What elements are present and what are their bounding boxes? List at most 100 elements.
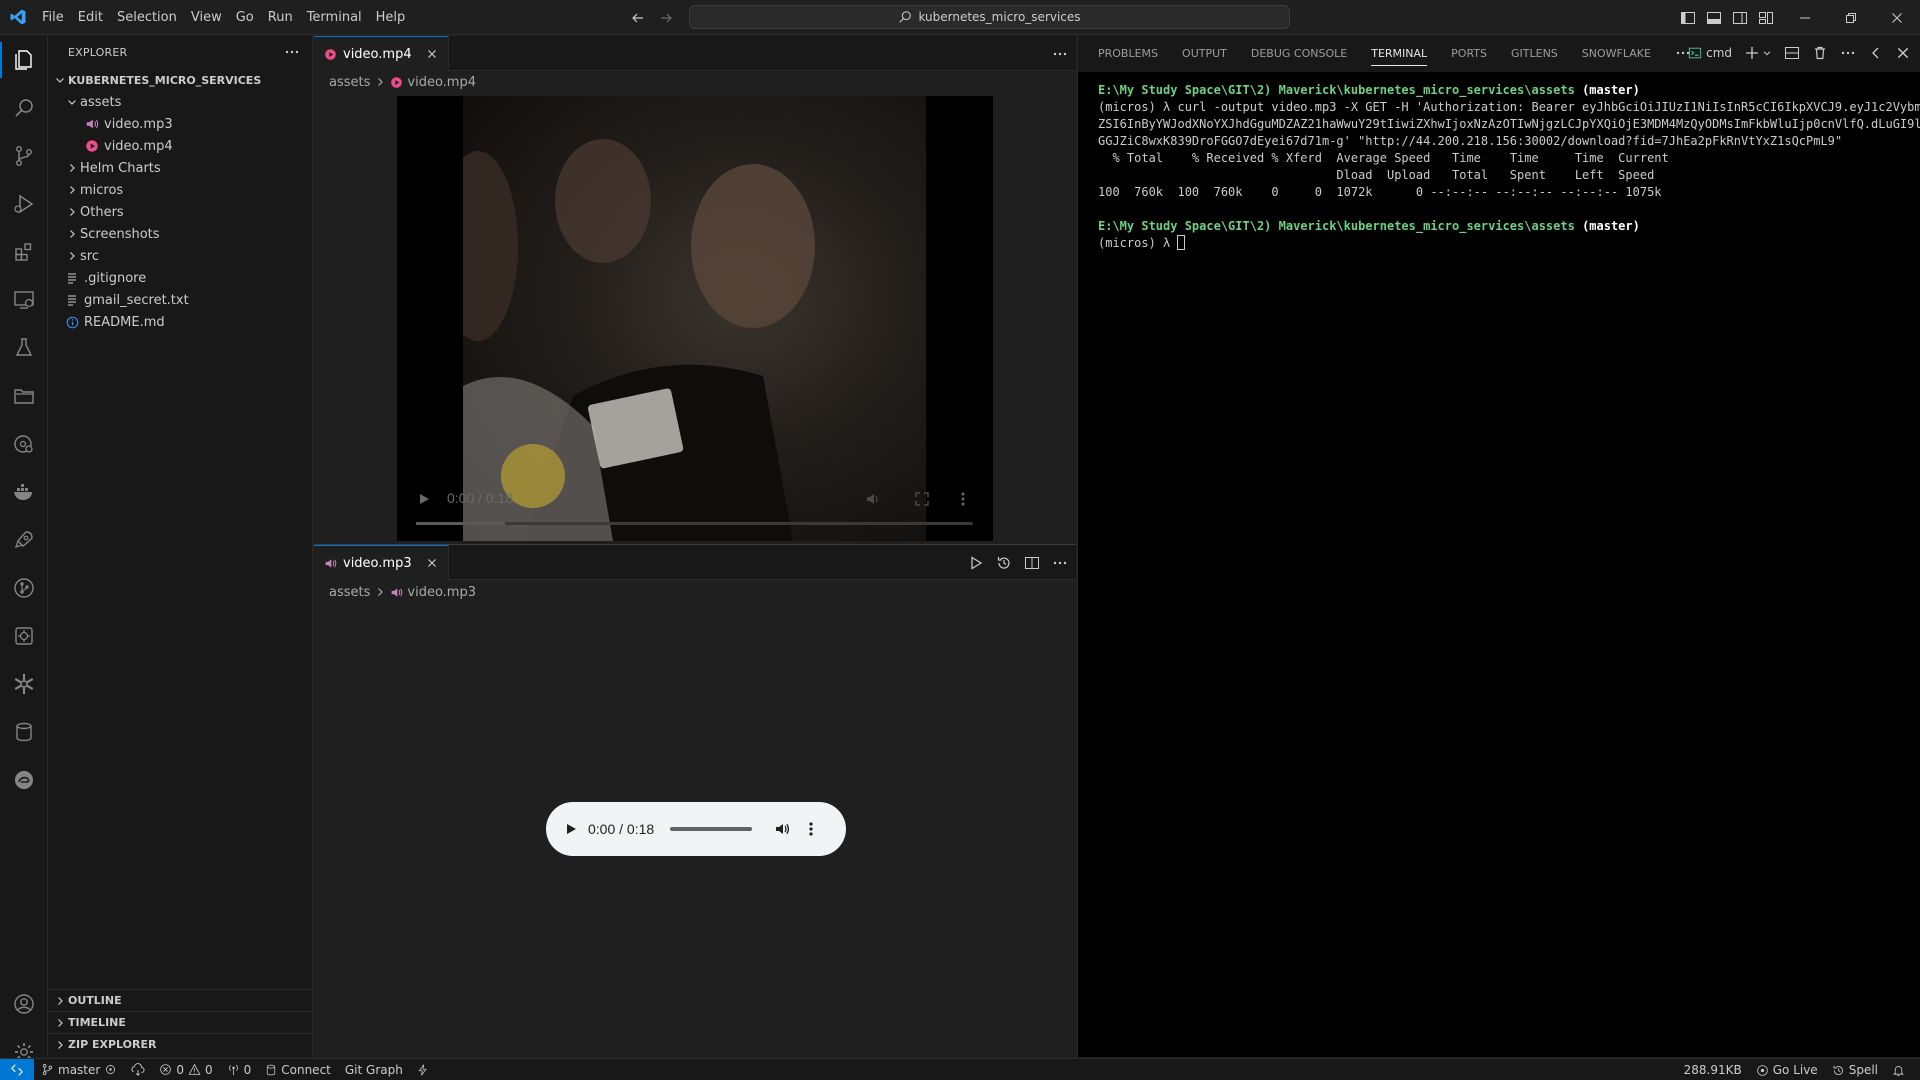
play-icon[interactable]	[417, 492, 431, 506]
publish-status[interactable]	[124, 1059, 152, 1080]
tree-item-others[interactable]: Others	[48, 201, 313, 223]
more-actions-icon[interactable]	[1052, 46, 1068, 62]
folder-icon[interactable]	[0, 372, 48, 420]
toggle-panel-icon[interactable]	[1706, 10, 1722, 26]
breadcrumb-file[interactable]: video.mp4	[407, 75, 476, 90]
panel-tab-problems[interactable]: PROBLEMS	[1098, 36, 1158, 70]
section-outline[interactable]: OUTLINE	[48, 989, 313, 1011]
split-terminal-icon[interactable]	[1784, 45, 1800, 61]
more-options-icon[interactable]	[960, 491, 966, 507]
panel-tab-gitlens[interactable]: GITLENS	[1511, 36, 1558, 70]
trash-icon[interactable]	[1812, 45, 1828, 61]
video-player[interactable]: 0:00 / 0:18	[397, 96, 993, 541]
audio-progress-bar[interactable]	[670, 827, 753, 831]
terminal-profile[interactable]: cmd	[1688, 46, 1732, 60]
more-actions-icon[interactable]	[1840, 45, 1856, 61]
accounts-icon[interactable]	[0, 980, 48, 1028]
vscode-logo-icon[interactable]	[0, 0, 35, 35]
ports-status[interactable]: 0	[220, 1059, 259, 1080]
file-size-status[interactable]: 288.91KB	[1677, 1059, 1749, 1080]
arrow-left-icon[interactable]	[630, 10, 646, 26]
menu-run[interactable]: Run	[261, 0, 300, 35]
edge-devtools-icon[interactable]	[0, 756, 48, 804]
menu-go[interactable]: Go	[229, 0, 261, 35]
customize-layout-icon[interactable]	[1758, 10, 1774, 26]
panel-tab-terminal[interactable]: TERMINAL	[1371, 36, 1427, 70]
section-zip-explorer[interactable]: ZIP EXPLORER	[48, 1033, 313, 1055]
section-timeline[interactable]: TIMELINE	[48, 1011, 313, 1033]
more-actions-icon[interactable]	[284, 44, 300, 60]
more-options-icon[interactable]	[808, 821, 814, 837]
problems-status[interactable]: 0 0	[152, 1059, 219, 1080]
menu-terminal[interactable]: Terminal	[300, 0, 369, 35]
fullscreen-icon[interactable]	[914, 491, 930, 507]
panel-tab-ports[interactable]: PORTS	[1451, 36, 1487, 70]
remote-explorer-icon[interactable]	[0, 276, 48, 324]
tree-item-video-mp3[interactable]: video.mp3	[48, 113, 313, 135]
tree-item-gitignore[interactable]: .gitignore	[48, 267, 313, 289]
remote-indicator-button[interactable]	[0, 1058, 34, 1080]
close-panel-icon[interactable]	[1896, 46, 1910, 60]
go-live-button[interactable]: Go Live	[1749, 1059, 1825, 1080]
menu-selection[interactable]: Selection	[110, 0, 184, 35]
tree-item-assets[interactable]: assets	[48, 91, 313, 113]
tree-item-readme[interactable]: README.md	[48, 311, 313, 333]
restore-icon[interactable]	[1828, 0, 1874, 35]
tree-item-helm-charts[interactable]: Helm Charts	[48, 157, 313, 179]
source-control-icon[interactable]	[0, 132, 48, 180]
snowflake-icon[interactable]	[0, 660, 48, 708]
run-play-icon[interactable]	[968, 555, 984, 571]
explorer-icon[interactable]	[0, 36, 48, 84]
panel-tab-debug-console[interactable]: DEBUG CONSOLE	[1251, 36, 1347, 70]
toggle-secondary-sidebar-icon[interactable]	[1732, 10, 1748, 26]
menu-help[interactable]: Help	[369, 0, 413, 35]
close-icon[interactable]	[426, 557, 438, 569]
terminal-output[interactable]: E:\My Study Space\GIT\2) Maverick\kubern…	[1078, 72, 1920, 1057]
gitlens-inspect-icon[interactable]	[0, 420, 48, 468]
terminal-input-line[interactable]: (micros) λ	[1098, 235, 1920, 252]
more-actions-icon[interactable]	[1052, 555, 1068, 571]
menu-edit[interactable]: Edit	[71, 0, 110, 35]
timeline-history-icon[interactable]	[996, 555, 1012, 571]
menu-file[interactable]: File	[35, 0, 71, 35]
close-window-icon[interactable]	[1874, 0, 1920, 35]
arrow-right-icon[interactable]	[658, 10, 674, 26]
branch-status[interactable]: master	[34, 1059, 124, 1080]
chevron-left-icon[interactable]	[1868, 45, 1884, 61]
volume-icon[interactable]	[774, 821, 790, 837]
notifications-button[interactable]	[1885, 1059, 1912, 1080]
tree-item-src[interactable]: src	[48, 245, 313, 267]
tree-item-gmail-secret[interactable]: gmail_secret.txt	[48, 289, 313, 311]
tree-item-micros[interactable]: micros	[48, 179, 313, 201]
git-graph-status[interactable]: Git Graph	[338, 1059, 410, 1080]
command-center-search[interactable]: kubernetes_micro_services	[689, 5, 1290, 29]
spell-status[interactable]: Spell	[1825, 1059, 1885, 1080]
audio-player[interactable]: 0:00 / 0:18	[546, 802, 846, 856]
settings-sync-icon[interactable]	[0, 612, 48, 660]
git-graph-icon[interactable]	[0, 564, 48, 612]
connect-status[interactable]: Connect	[258, 1059, 338, 1080]
volume-icon[interactable]	[865, 491, 881, 507]
play-icon[interactable]	[564, 822, 578, 836]
split-editor-icon[interactable]	[1024, 555, 1040, 571]
breadcrumb-folder[interactable]: assets	[329, 75, 370, 90]
database-icon[interactable]	[0, 708, 48, 756]
kubernetes-rocket-icon[interactable]	[0, 516, 48, 564]
testing-flask-icon[interactable]	[0, 324, 48, 372]
workspace-root-folder[interactable]: KUBERNETES_MICRO_SERVICES	[48, 69, 313, 91]
toggle-primary-sidebar-icon[interactable]	[1680, 10, 1696, 26]
tab-video-mp4[interactable]: video.mp4	[314, 36, 449, 71]
panel-tab-output[interactable]: OUTPUT	[1182, 36, 1227, 70]
lightning-status[interactable]	[410, 1059, 436, 1080]
tree-item-video-mp4[interactable]: video.mp4	[48, 135, 313, 157]
run-and-debug-icon[interactable]	[0, 180, 48, 228]
docker-icon[interactable]	[0, 468, 48, 516]
search-icon[interactable]	[0, 84, 48, 132]
minimize-icon[interactable]	[1782, 0, 1828, 35]
video-progress-bar[interactable]	[416, 522, 973, 525]
extensions-icon[interactable]	[0, 228, 48, 276]
tab-video-mp3[interactable]: video.mp3	[314, 545, 449, 580]
panel-tab-snowflake[interactable]: SNOWFLAKE	[1582, 36, 1651, 70]
tree-item-screenshots[interactable]: Screenshots	[48, 223, 313, 245]
menu-view[interactable]: View	[184, 0, 229, 35]
